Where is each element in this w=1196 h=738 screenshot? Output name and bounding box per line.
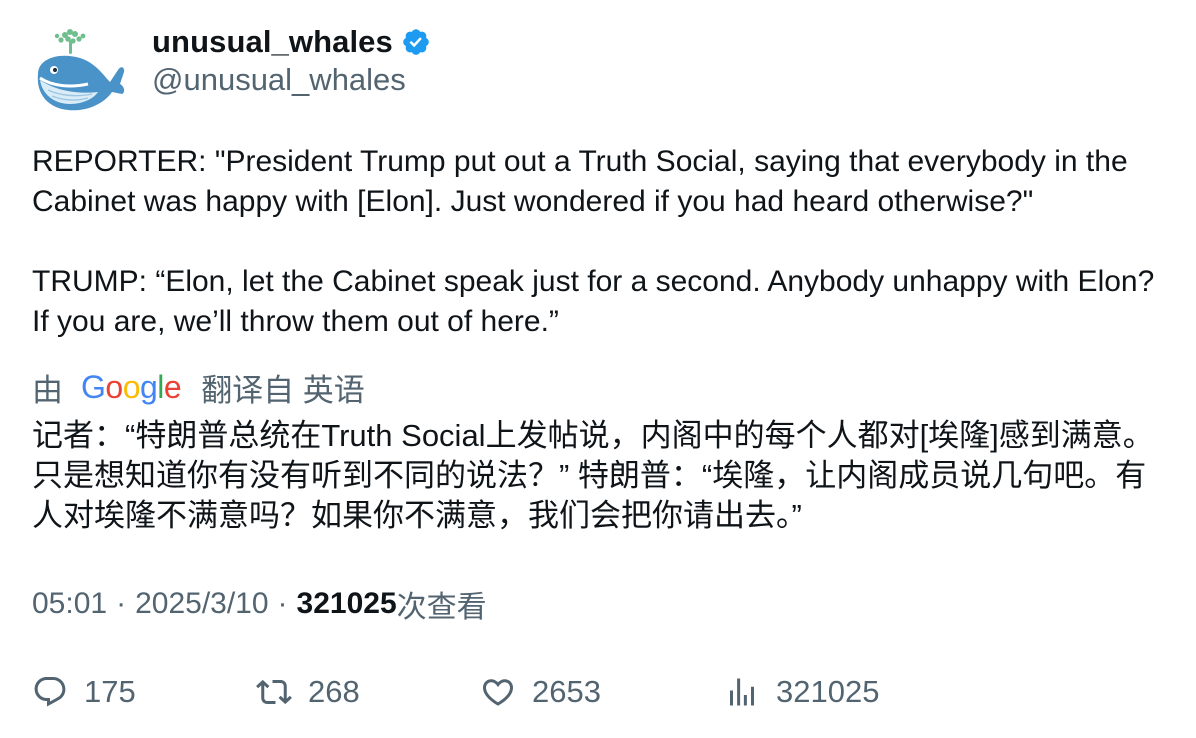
author-name-row[interactable]: unusual_whales — [152, 22, 431, 62]
author-handle[interactable]: @unusual_whales — [152, 62, 406, 98]
reply-icon — [34, 677, 66, 707]
translation-by-label: 由 — [32, 372, 63, 408]
meta-separator: · — [277, 587, 288, 620]
meta-separator: · — [116, 587, 127, 620]
google-wordmark: Google — [81, 368, 182, 405]
author-display-name[interactable]: unusual_whales — [152, 24, 393, 60]
google-logo-icon: Google — [81, 368, 182, 406]
action-bar: 175 268 2653 321025 — [32, 670, 1172, 714]
tweet-date[interactable]: 2025/3/10 — [135, 587, 268, 621]
translation-text: 记者：“特朗普总统在Truth Social上发帖说，内阁中的每个人都对[埃隆]… — [32, 418, 1154, 533]
whale-icon — [37, 29, 125, 111]
views-label: 次查看 — [396, 591, 487, 624]
translation-attribution[interactable]: 由 Google 翻译自 英语 — [32, 365, 375, 410]
heart-icon — [482, 679, 514, 706]
tweet-meta: 05:01 · 2025/3/10 · 321025 次查看 — [32, 584, 487, 624]
tweet-paragraph: REPORTER: "President Trump put out a Tru… — [32, 145, 1136, 218]
tweet-time[interactable]: 05:01 — [32, 587, 107, 621]
views-button[interactable]: 321025 — [724, 670, 879, 714]
tweet-paragraph: TRUMP: “Elon, let the Cabinet speak just… — [32, 265, 1163, 338]
retweet-button[interactable]: 268 — [256, 670, 360, 714]
analytics-icon — [730, 678, 754, 706]
retweet-icon — [256, 679, 292, 705]
verified-badge-icon — [401, 27, 431, 57]
translated-from-label[interactable]: 翻译自 英语 — [201, 365, 365, 410]
avatar[interactable] — [30, 22, 126, 118]
reply-count: 175 — [84, 674, 136, 709]
like-button[interactable]: 2653 — [480, 670, 601, 714]
like-count: 2653 — [532, 674, 601, 709]
retweet-count: 268 — [308, 674, 360, 709]
views-action-count: 321025 — [776, 674, 880, 709]
reply-button[interactable]: 175 — [32, 670, 136, 714]
views-count: 321025 — [296, 587, 397, 620]
tweet-text: REPORTER: "President Trump put out a Tru… — [32, 142, 1172, 342]
